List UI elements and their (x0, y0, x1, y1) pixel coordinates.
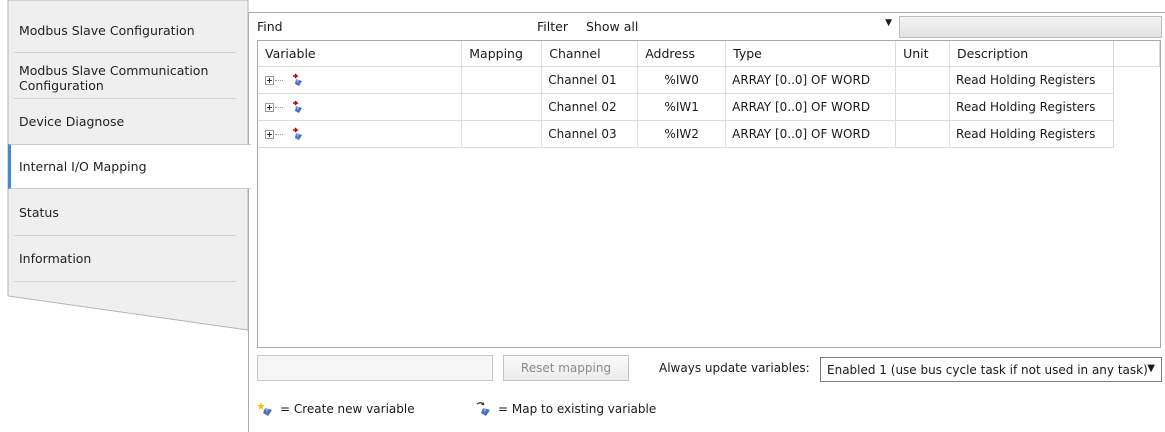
table-row[interactable]: Channel 03 %IW2 ARRAY [0..0] OF WORD Rea… (258, 120, 1160, 148)
nav-item-label: Device Diagnose (19, 113, 125, 129)
nav-item-internal-io-mapping[interactable]: Internal I/O Mapping (8, 144, 251, 189)
left-navigation: Modbus Slave Configuration Modbus Slave … (0, 0, 251, 432)
unit-cell (895, 66, 951, 94)
description-cell: Read Holding Registers (949, 66, 1114, 94)
nav-item-label: Modbus Slave Communication Configuration (19, 63, 209, 93)
channel-cell: Channel 03 (541, 120, 639, 148)
column-header-mapping[interactable]: Mapping (461, 41, 543, 67)
nav-item-label: Modbus Slave Configuration (19, 22, 195, 38)
type-cell: ARRAY [0..0] OF WORD (725, 120, 897, 148)
legend-create-new: = Create new variable (257, 401, 415, 417)
map-existing-icon (476, 402, 490, 416)
mapping-path-input[interactable] (257, 355, 493, 381)
toolbar-spacer-bar (899, 16, 1162, 38)
always-update-dropdown[interactable]: Enabled 1 (use bus cycle task if not use… (820, 357, 1162, 382)
filter-label: Filter (537, 19, 568, 34)
table-row[interactable]: Channel 01 %IW0 ARRAY [0..0] OF WORD Rea… (258, 66, 1160, 94)
legend-map-label: = Map to existing variable (498, 402, 657, 416)
find-label: Find (257, 19, 283, 34)
chevron-down-icon: ▼ (885, 18, 892, 28)
io-mapping-panel: Find Filter Show all ▼ Variable Mapping … (248, 12, 1165, 432)
description-cell: Read Holding Registers (949, 120, 1114, 148)
column-header-unit[interactable]: Unit (895, 41, 951, 67)
nav-separator (14, 281, 236, 282)
toolbar: Find Filter Show all ▼ (249, 13, 1165, 43)
variable-cell[interactable] (258, 93, 463, 121)
nav-item-label: Internal I/O Mapping (19, 159, 147, 174)
filter-dropdown[interactable]: Show all ▼ (581, 16, 896, 38)
column-header-filler (1113, 41, 1160, 67)
address-cell: %IW0 (637, 66, 727, 94)
filter-value: Show all (586, 19, 639, 34)
mapping-cell (461, 93, 543, 121)
nav-item-information[interactable]: Information (8, 236, 248, 280)
expand-icon[interactable] (265, 129, 274, 139)
nav-item-modbus-slave-communication-configuration[interactable]: Modbus Slave Communication Configuration (8, 53, 248, 97)
reset-mapping-button[interactable]: Reset mapping (503, 355, 629, 381)
map-variable-icon (292, 127, 302, 141)
channel-cell: Channel 02 (541, 93, 639, 121)
column-header-type[interactable]: Type (725, 41, 897, 67)
channel-cell: Channel 01 (541, 66, 639, 94)
variable-cell[interactable] (258, 66, 463, 94)
address-cell: %IW2 (637, 120, 727, 148)
unit-cell (895, 120, 951, 148)
expand-icon[interactable] (265, 102, 274, 112)
column-header-address[interactable]: Address (637, 41, 727, 67)
type-cell: ARRAY [0..0] OF WORD (725, 93, 897, 121)
nav-item-status[interactable]: Status (8, 190, 248, 234)
create-variable-icon (257, 402, 272, 416)
map-variable-icon (292, 100, 302, 114)
always-update-label: Always update variables: (659, 361, 810, 375)
nav-item-label: Status (19, 204, 59, 220)
always-update-value: Enabled 1 (use bus cycle task if not use… (827, 363, 1148, 377)
column-header-variable[interactable]: Variable (258, 41, 463, 67)
nav-item-device-diagnose[interactable]: Device Diagnose (8, 99, 248, 143)
table-header-row: Variable Mapping Channel Address Type Un… (258, 41, 1160, 67)
find-input[interactable] (283, 16, 537, 38)
mapping-cell (461, 120, 543, 148)
legend-map-existing: = Map to existing variable (475, 401, 656, 417)
unit-cell (895, 93, 951, 121)
description-cell: Read Holding Registers (949, 93, 1114, 121)
column-header-description[interactable]: Description (949, 41, 1114, 67)
nav-item-label: Information (19, 250, 92, 266)
expand-icon[interactable] (265, 75, 274, 85)
mapping-table: Variable Mapping Channel Address Type Un… (257, 40, 1161, 348)
address-cell: %IW1 (637, 93, 727, 121)
type-cell: ARRAY [0..0] OF WORD (725, 66, 897, 94)
column-header-channel[interactable]: Channel (541, 41, 639, 67)
legend-create-label: = Create new variable (280, 402, 415, 416)
mapping-cell (461, 66, 543, 94)
nav-item-modbus-slave-configuration[interactable]: Modbus Slave Configuration (8, 8, 248, 52)
chevron-down-icon: ▼ (1147, 363, 1155, 374)
table-row[interactable]: Channel 02 %IW1 ARRAY [0..0] OF WORD Rea… (258, 93, 1160, 121)
variable-cell[interactable] (258, 120, 463, 148)
map-variable-icon (292, 73, 302, 87)
